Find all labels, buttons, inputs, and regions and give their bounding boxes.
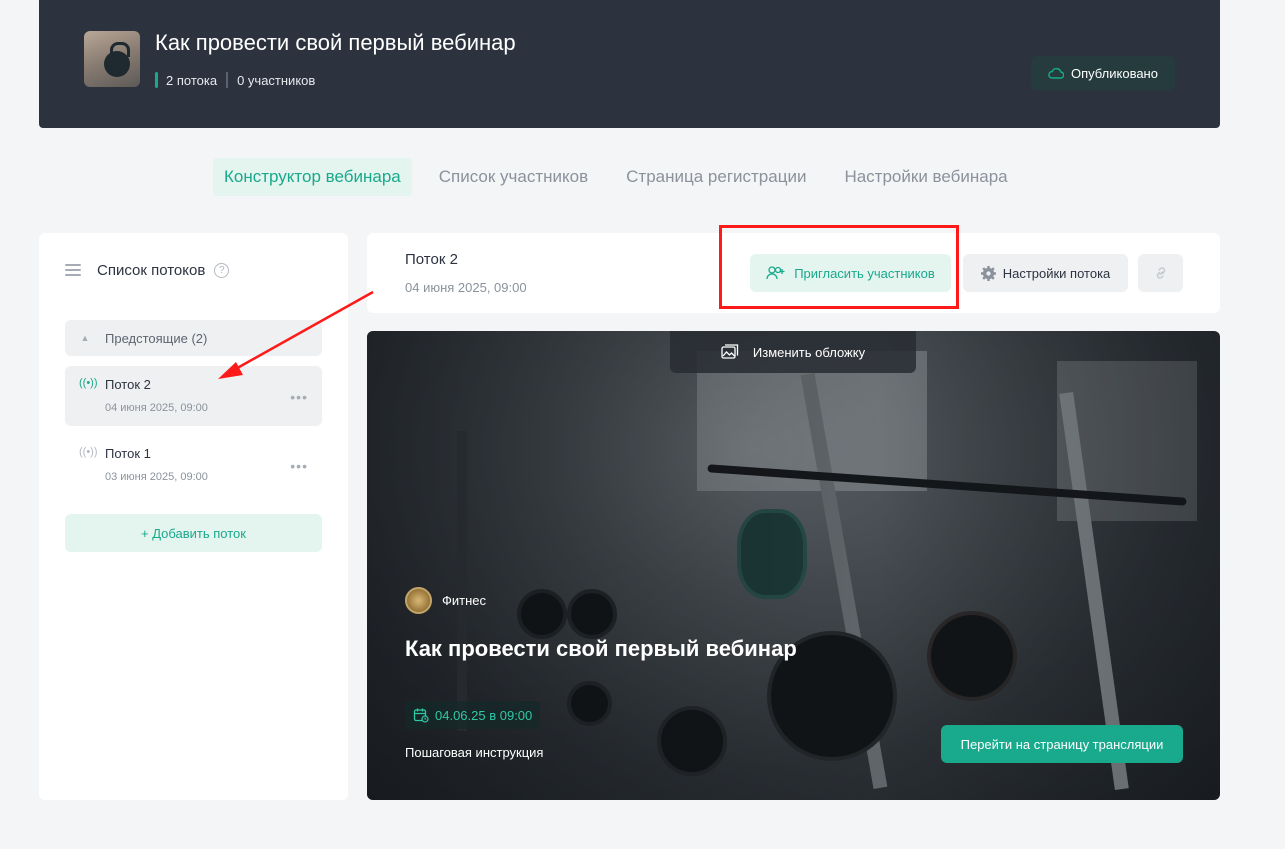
change-cover-button[interactable]: Изменить обложку (670, 331, 916, 373)
streams-sidebar-header: Список потоков ? (65, 261, 230, 279)
stream-item-2[interactable]: ((•)) Поток 2 04 июня 2025, 09:00 ••• (65, 366, 322, 426)
stream-panel-name: Поток 2 (405, 251, 458, 268)
link-icon (1156, 267, 1165, 279)
chevron-up-icon: ▲ (80, 333, 90, 343)
tab-registration[interactable]: Страница регистрации (615, 158, 817, 196)
webinar-tabs: Конструктор вебинара Список участников С… (213, 158, 1035, 196)
gear-icon (980, 265, 996, 281)
stream-date: 04 июня 2025, 09:00 (105, 402, 208, 414)
stream-item-1[interactable]: ((•)) Поток 1 03 июня 2025, 09:00 ••• (65, 435, 322, 495)
streams-list-title: Список потоков (97, 261, 206, 279)
stream-panel-date: 04 июня 2025, 09:00 (405, 280, 527, 295)
cover-title: Как провести свой первый вебинар (405, 636, 797, 661)
category-label: Фитнес (442, 593, 487, 608)
stream-name: Поток 2 (105, 377, 151, 392)
webinar-meta: 2 потока 0 участников (155, 72, 315, 88)
cover-date-label: 04.06.25 в 09:00 (435, 707, 533, 723)
question-icon[interactable]: ? (214, 262, 230, 278)
category-avatar (405, 587, 432, 614)
stream-settings-label: Настройки потока (1002, 265, 1111, 281)
add-stream-button[interactable]: + Добавить поток (65, 514, 322, 552)
cover-instruction: Пошаговая инструкция (405, 745, 544, 760)
broadcast-icon: ((•)) (79, 377, 98, 389)
tab-constructor[interactable]: Конструктор вебинара (213, 158, 412, 196)
stream-name: Поток 1 (105, 446, 151, 461)
copy-link-button[interactable] (1138, 254, 1183, 292)
webinar-header: Как провести свой первый вебинар 2 поток… (39, 0, 1220, 128)
stream-settings-button[interactable]: Настройки потока (963, 254, 1128, 292)
image-icon (721, 344, 739, 359)
webinar-title: Как провести свой первый вебинар (155, 30, 516, 55)
published-status-button[interactable]: Опубликовано (1031, 56, 1175, 90)
tab-participants[interactable]: Список участников (428, 158, 599, 196)
webinar-cover: Изменить обложку Фитнес Как провести сво… (367, 331, 1220, 800)
cover-date-badge: 04.06.25 в 09:00 (405, 701, 541, 729)
stream-date: 03 июня 2025, 09:00 (105, 471, 208, 483)
participants-count: 0 участников (237, 72, 316, 88)
calendar-icon (413, 708, 429, 723)
change-cover-label: Изменить обложку (752, 344, 866, 360)
streams-sidebar: Список потоков ? ▲ Предстоящие (2) ((•))… (39, 233, 348, 800)
broadcast-icon: ((•)) (79, 446, 98, 458)
more-icon[interactable]: ••• (290, 389, 308, 405)
cloud-icon (1048, 67, 1064, 79)
more-icon[interactable]: ••• (290, 458, 308, 474)
upcoming-group-toggle[interactable]: ▲ Предстоящие (2) (65, 320, 322, 356)
highlight-box (719, 225, 959, 309)
go-to-stream-page-button[interactable]: Перейти на страницу трансляции (941, 725, 1183, 763)
list-icon (65, 261, 81, 279)
published-status-label: Опубликовано (1071, 65, 1158, 81)
webinar-thumbnail (84, 31, 140, 87)
tab-settings[interactable]: Настройки вебинара (833, 158, 1018, 196)
upcoming-group-label: Предстоящие (2) (105, 330, 208, 346)
category: Фитнес (405, 587, 486, 614)
streams-count: 2 потока (166, 72, 218, 88)
